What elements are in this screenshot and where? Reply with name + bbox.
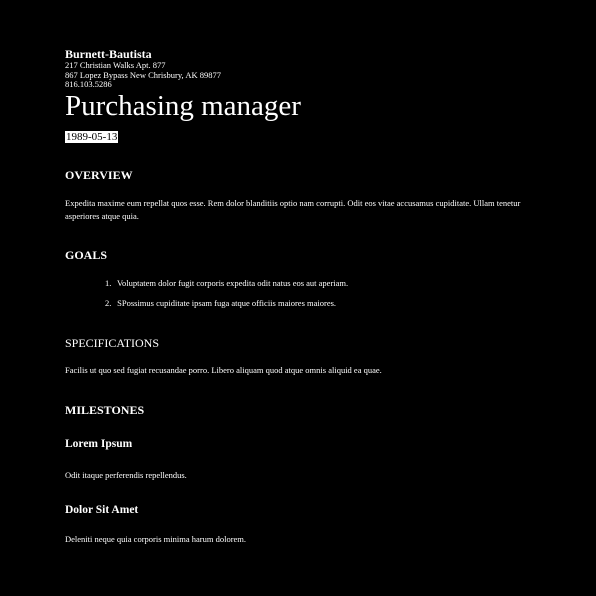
goal-text: SPossimus cupiditate ipsam fuga atque of… bbox=[117, 298, 337, 308]
milestone-title: Dolor Sit Amet bbox=[65, 504, 139, 516]
goals-list: 1. Voluptatem dolor fugit corporis exped… bbox=[65, 277, 536, 317]
job-title: Purchasing manager bbox=[65, 90, 301, 122]
specifications-heading: SPECIFICATIONS bbox=[65, 336, 160, 350]
document-page: Burnett-Bautista 217 Christian Walks Apt… bbox=[0, 0, 596, 596]
date-badge: 1989-05-13 bbox=[65, 131, 119, 143]
list-number: 1. bbox=[105, 278, 112, 288]
goal-text: Voluptatem dolor fugit corporis expedita… bbox=[116, 278, 349, 288]
milestone-title: Lorem Ipsum bbox=[65, 438, 133, 450]
list-item: 2. SPossimus cupiditate ipsam fuga atque… bbox=[105, 297, 536, 310]
letterhead: Burnett-Bautista 217 Christian Walks Apt… bbox=[65, 47, 536, 90]
milestone-text: Deleniti neque quia corporis minima haru… bbox=[65, 534, 247, 544]
goals-heading: GOALS bbox=[65, 248, 108, 262]
milestones-heading: MILESTONES bbox=[65, 403, 145, 417]
milestone-text: Odit itaque perferendis repellendus. bbox=[65, 470, 187, 480]
list-item: 1. Voluptatem dolor fugit corporis exped… bbox=[105, 277, 536, 290]
date-row: 1989-05-13 bbox=[65, 127, 536, 145]
overview-text: Expedita maxime eum repellat quos esse. … bbox=[65, 198, 521, 221]
company-name: Burnett-Bautista bbox=[65, 47, 152, 61]
address-line-2: 867 Lopez Bypass New Chrisbury, AK 89877 bbox=[65, 69, 221, 80]
list-number: 2. bbox=[105, 298, 112, 308]
overview-heading: OVERVIEW bbox=[65, 168, 133, 182]
phone-number: 816.103.5286 bbox=[65, 79, 112, 89]
specifications-text: Facilis ut quo sed fugiat recusandae por… bbox=[65, 365, 382, 375]
